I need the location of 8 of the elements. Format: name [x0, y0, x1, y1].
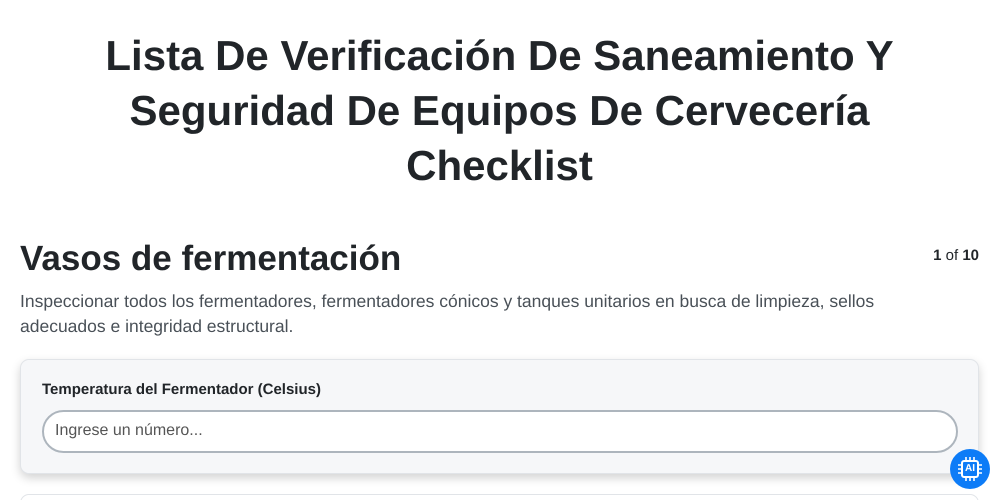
- field-label: Temperatura del Fermentador (Celsius): [42, 380, 322, 400]
- progress-counter: 1 of 10: [933, 246, 979, 266]
- chip-icon: [957, 456, 983, 482]
- page-title: Lista De Verificación De Saneamiento Y Seguridad De Equipos De Cervecería Checklist: [104, 31, 895, 191]
- ai-button[interactable]: AI: [950, 449, 990, 489]
- section-description: Inspeccionar todos los fermentadores, fermentadores cónicos y tanques unitarios en busca de limpieza, sellos adecuados e integridad estructural.: [20, 290, 876, 338]
- input-field[interactable]: Ingrese un número...: [42, 410, 958, 452]
- section-heading: Vasos de fermentación: [20, 238, 402, 280]
